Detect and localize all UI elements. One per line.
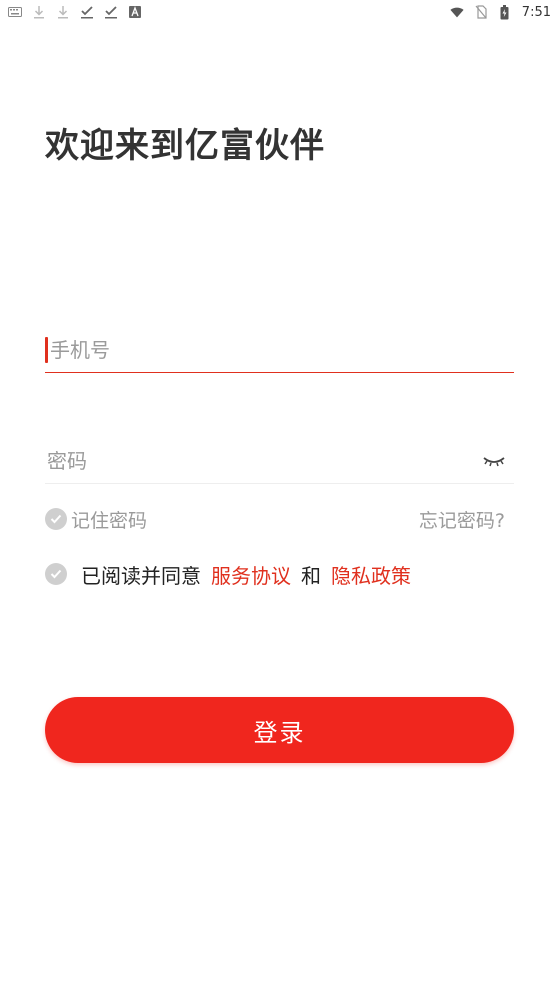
page-title: 欢迎来到亿富伙伴 [45,126,325,166]
agree-and-text: 和 [301,563,321,588]
status-bar-notifications [8,5,142,19]
phone-field[interactable] [45,327,514,373]
wifi-icon [450,5,464,19]
status-time: 7:51 [521,4,551,20]
remember-password-toggle[interactable]: 记住密码 [45,506,147,533]
phone-input[interactable] [48,337,514,362]
agreement-row: 已阅读并同意 服务协议 和 隐私政策 [45,558,411,590]
eye-closed-icon[interactable] [480,451,508,471]
remember-check-icon[interactable] [45,508,67,530]
agree-check-icon[interactable] [45,563,67,585]
login-button[interactable]: 登录 [45,697,514,763]
privacy-policy-link[interactable]: 隐私政策 [331,560,411,589]
remember-password-label[interactable]: 记住密码 [71,506,147,533]
service-agreement-link[interactable]: 服务协议 [211,560,291,589]
forgot-password-link[interactable]: 忘记密码? [419,506,505,533]
check-download-icon [80,5,94,19]
agree-text: 已阅读并同意 [81,563,201,588]
download-icon [32,5,46,19]
status-bar: 7:51 [0,0,559,24]
accessibility-icon [128,5,142,19]
no-sim-icon [474,5,488,19]
download-icon [56,5,70,19]
password-field[interactable] [45,438,514,484]
status-bar-system: 7:51 [450,4,551,20]
battery-icon [498,4,512,19]
password-input[interactable] [45,448,480,473]
password-options-row: 记住密码 忘记密码? [45,504,505,534]
keyboard-icon [8,5,22,19]
check-download-icon [104,5,118,19]
